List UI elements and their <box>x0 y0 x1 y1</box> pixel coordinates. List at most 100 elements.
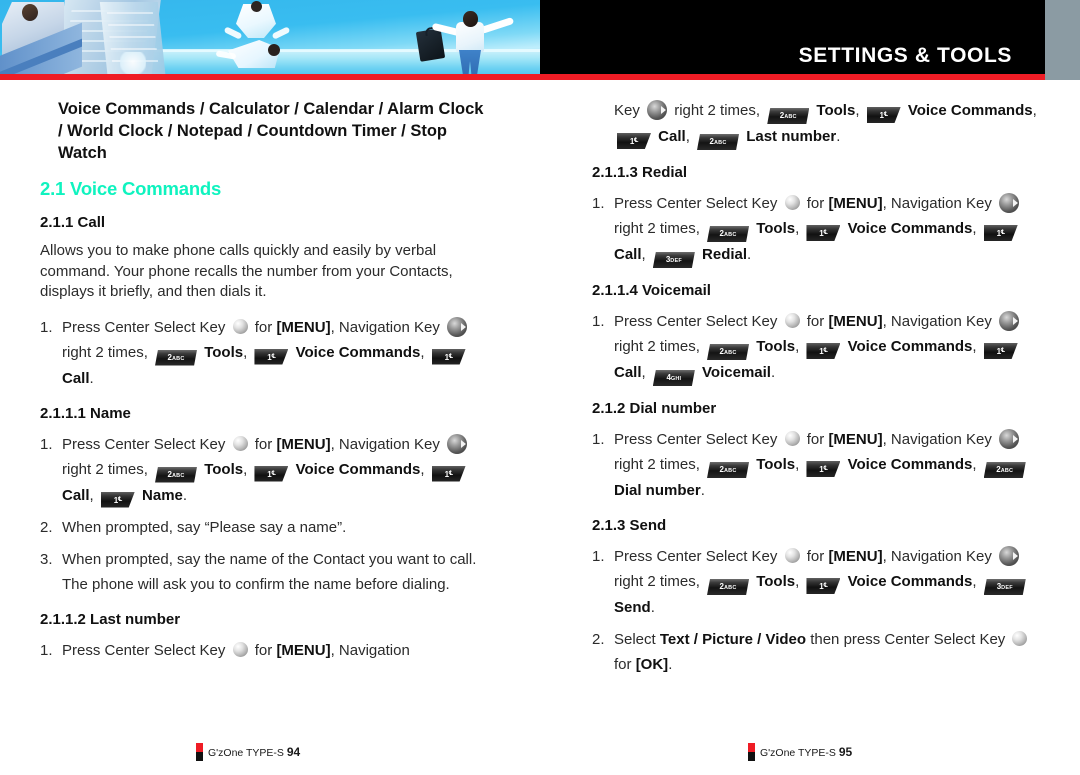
step-text-a: Press Center Select Key <box>62 435 226 453</box>
list-item: 1. Press Center Select Key for [MENU], N… <box>40 638 490 663</box>
step-text-d: right 2 times, <box>62 343 148 361</box>
banner-acrobat-upper-head <box>251 1 262 12</box>
step-number: 1. <box>40 641 53 659</box>
keypad-1-icon: 1℄ <box>617 133 651 149</box>
menu-label: [MENU] <box>828 195 883 212</box>
step-text-a: Press Center Select Key <box>62 318 226 336</box>
key-target-tools: Tools <box>816 102 856 119</box>
ok-label: [OK] <box>635 656 669 673</box>
list-item: Key right 2 times, 2ABC Tools, 1℄ Voice … <box>592 98 1042 150</box>
step-number: 2. <box>40 518 53 536</box>
step-text-d: right 2 times, <box>614 573 700 590</box>
step-text-c: for <box>614 656 632 673</box>
step-number: 2. <box>592 631 605 648</box>
key-target-name: Name <box>142 486 183 504</box>
step-text: When prompted, say “Please say a name”. <box>62 518 347 536</box>
footer-right: G'zOne TYPE-S 95 <box>748 743 852 761</box>
center-select-key-icon <box>1012 631 1028 646</box>
keypad-2-abc-icon: 2ABC <box>707 462 750 478</box>
step-period: . <box>836 128 841 145</box>
navigation-key-icon <box>447 316 467 337</box>
key-target-tools: Tools <box>204 343 244 361</box>
step-text-b: for <box>806 195 825 212</box>
dial-number-steps: 1. Press Center Select Key for [MENU], N… <box>592 427 1042 503</box>
step-text-c: , Navigation Key <box>882 195 992 212</box>
keypad-2-abc-icon: 2ABC <box>707 344 750 360</box>
keypad-2-abc-icon: 2ABC <box>707 226 750 242</box>
keypad-4-ghi-icon: 4GHI <box>652 370 695 386</box>
step-period: . <box>650 599 655 616</box>
key-target-call: Call <box>614 364 642 381</box>
step-period: . <box>89 369 94 387</box>
heading-2-1-3-send: 2.1.3 Send <box>592 517 667 534</box>
center-select-key-icon <box>784 548 800 563</box>
keypad-1-icon: 1℄ <box>806 578 841 594</box>
step-text-b: for <box>806 313 825 330</box>
send-steps: 1. Press Center Select Key for [MENU], N… <box>592 544 1042 677</box>
list-item: 1. Press Center Select Key for [MENU], N… <box>592 191 1042 268</box>
key-target-last-number: Last number <box>746 128 837 145</box>
step-number: 1. <box>40 318 53 336</box>
banner-gray-edge <box>1045 0 1080 80</box>
key-target-tools: Tools <box>756 220 796 237</box>
key-target-tools: Tools <box>756 573 796 590</box>
list-item: 1. Press Center Select Key for [MENU], N… <box>592 427 1042 503</box>
banner-businessman-right-head <box>463 11 478 27</box>
heading-2-1-1-1-name: 2.1.1.1 Name <box>40 404 131 422</box>
right-column: Key right 2 times, 2ABC Tools, 1℄ Voice … <box>592 98 1042 684</box>
navigation-key-icon <box>647 100 668 120</box>
keypad-1-icon: 1℄ <box>254 348 289 365</box>
step-text-d: right 2 times, <box>62 460 148 478</box>
call-steps: 1. Press Center Select Key for [MENU], N… <box>40 315 490 391</box>
step-text-b: for <box>254 318 273 336</box>
step-text-b: for <box>806 548 825 565</box>
key-target-call: Call <box>62 486 90 504</box>
step-text-a: Press Center Select Key <box>614 195 778 212</box>
step-period: . <box>668 656 673 673</box>
step-period: . <box>700 482 705 499</box>
key-target-tools: Tools <box>204 460 244 478</box>
keypad-1-icon: 1℄ <box>431 348 466 365</box>
step-text-a: Press Center Select Key <box>614 548 778 565</box>
keypad-2-abc-icon: 2ABC <box>697 134 740 150</box>
step-text-key-word: Key <box>614 102 640 119</box>
step-text-a: Press Center Select Key <box>614 313 778 330</box>
key-target-call: Call <box>658 128 686 145</box>
heading-2-1-1-3-redial: 2.1.1.3 Redial <box>592 164 688 181</box>
banner-black-band <box>540 0 1045 80</box>
list-item: 2. Select Text / Picture / Video then pr… <box>592 627 1042 677</box>
menu-label: [MENU] <box>276 641 331 659</box>
menu-label: [MENU] <box>828 431 883 448</box>
key-target-voice-commands: Voice Commands <box>847 338 973 355</box>
last-number-steps-continued: Key right 2 times, 2ABC Tools, 1℄ Voice … <box>592 98 1042 150</box>
left-column: Voice Commands / Calculator / Calendar /… <box>40 98 490 670</box>
heading-2-1-voice-commands: 2.1 Voice Commands <box>40 178 222 199</box>
key-target-voice-commands: Voice Commands <box>847 456 973 473</box>
navigation-key-icon <box>999 429 1019 449</box>
voicemail-steps: 1. Press Center Select Key for [MENU], N… <box>592 309 1042 386</box>
heading-2-1-1-call: 2.1.1 Call <box>40 214 106 231</box>
banner-businessman-left-head <box>22 4 38 21</box>
step-text-b: for <box>806 431 825 448</box>
center-select-key-icon <box>784 431 800 446</box>
section-title: SETTINGS & TOOLS <box>798 44 1012 67</box>
page-number: 94 <box>286 745 301 759</box>
step-text-b: for <box>254 435 273 453</box>
step-number: 1. <box>592 431 605 448</box>
step-number: 1. <box>592 548 605 565</box>
keypad-2-abc-icon: 2ABC <box>983 462 1026 478</box>
keypad-2-abc-icon: 2ABC <box>155 349 198 366</box>
key-target-voicemail: Voicemail <box>702 364 771 381</box>
center-select-key-icon <box>232 435 248 451</box>
keypad-2-abc-icon: 2ABC <box>707 579 750 595</box>
step-number: 3. <box>40 550 53 568</box>
keypad-1-icon: 1℄ <box>983 343 1018 359</box>
keypad-3-def-icon: 3DEF <box>652 252 695 268</box>
key-target-redial: Redial <box>702 246 748 263</box>
menu-label: [MENU] <box>276 318 331 336</box>
key-target-dial-number: Dial number <box>614 482 701 499</box>
heading-2-1-1-4-voicemail: 2.1.1.4 Voicemail <box>592 282 711 299</box>
page-header: SETTINGS & TOOLS <box>0 0 1080 80</box>
step-text-c: , Navigation Key <box>882 313 992 330</box>
step-text-a: Select <box>614 631 656 648</box>
